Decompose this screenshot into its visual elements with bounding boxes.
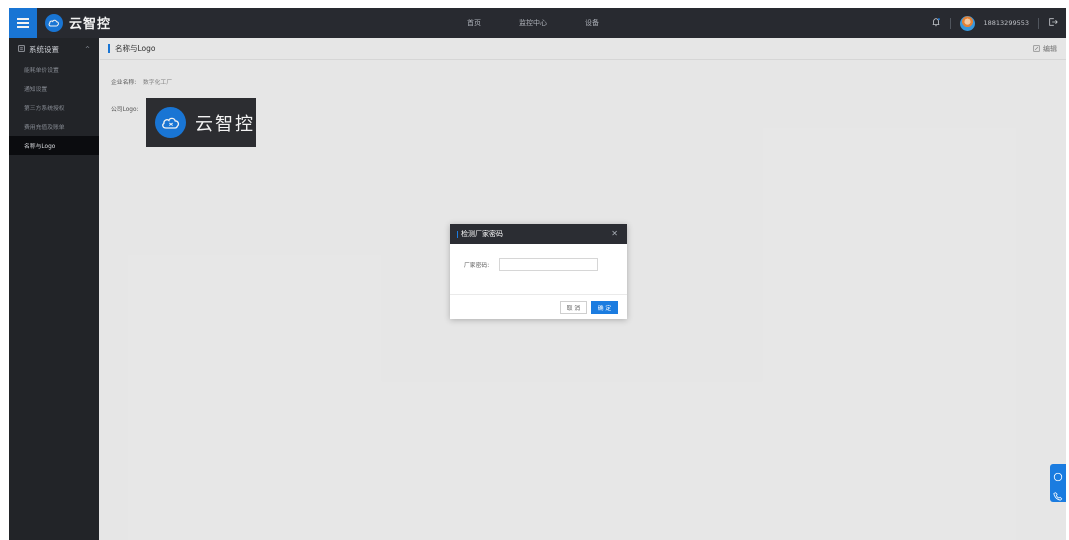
dialog-field-row: 厂家密码:	[464, 258, 599, 271]
dialog-header: 检测厂家密码	[450, 224, 627, 244]
dialog-divider	[450, 294, 627, 295]
password-dialog: 检测厂家密码 ✕ 厂家密码: 取 消 确 定	[450, 224, 627, 319]
confirm-button[interactable]: 确 定	[591, 301, 618, 314]
floating-contact-widget	[1050, 464, 1066, 502]
close-icon[interactable]: ✕	[611, 229, 618, 238]
dialog-title-accent	[457, 230, 458, 238]
chat-icon[interactable]	[1053, 467, 1063, 486]
cancel-button[interactable]: 取 消	[560, 301, 587, 314]
phone-icon[interactable]	[1053, 486, 1063, 505]
app-frame: 名称与Logo 编辑 企业名称: 数字化工厂 公司Logo: 云智控 系统设置 …	[9, 8, 1066, 540]
dialog-title: 检测厂家密码	[461, 230, 503, 238]
password-label: 厂家密码:	[464, 263, 490, 269]
vendor-password-input[interactable]	[499, 258, 599, 271]
